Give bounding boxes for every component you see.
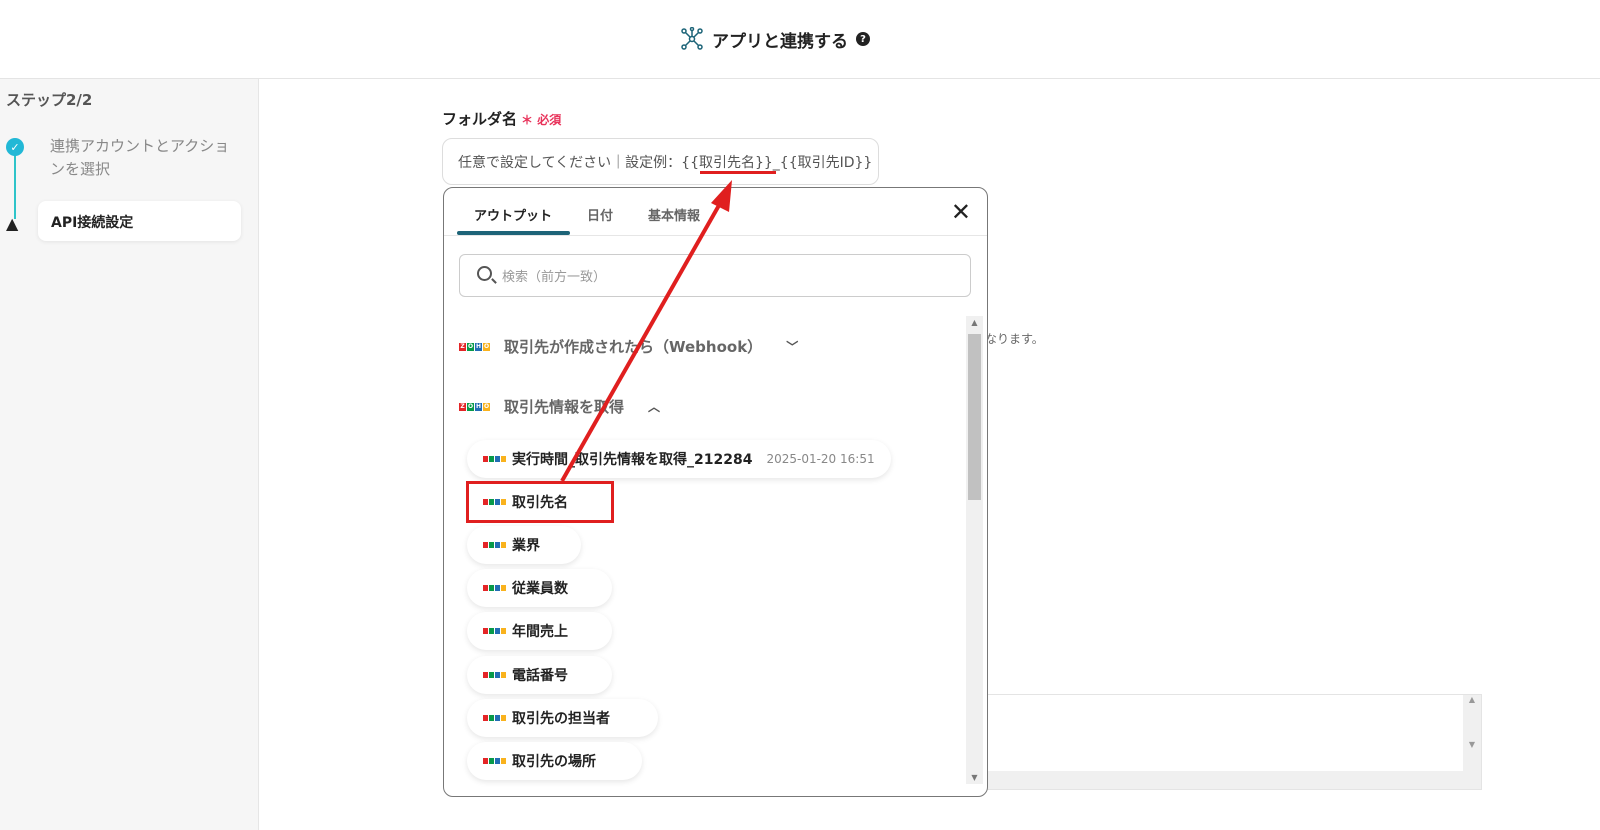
list-scrollbar[interactable]: ▲ ▼ — [966, 316, 983, 784]
header: アプリと連携する ? — [0, 0, 1600, 79]
scroll-up-icon[interactable]: ▲ — [966, 318, 983, 327]
zoho-icon: ZOHO — [459, 342, 490, 351]
list-item[interactable]: 従業員数 — [467, 569, 612, 607]
required-mark: ＊ 必須 — [521, 113, 561, 127]
annotation-underline — [700, 171, 776, 174]
sidebar: ステップ2/2 ✓ 連携アカウントとアクションを選択 ▲ API接続設定 — [0, 79, 259, 830]
item-label: 取引先の担当者 — [512, 711, 610, 727]
vertical-scrollbar[interactable]: ▲ ▼ — [1463, 695, 1481, 773]
check-icon: ✓ — [6, 138, 24, 156]
required-text: 必須 — [537, 113, 562, 127]
zoho-icon — [483, 715, 506, 721]
label-text: フォルダ名 — [442, 110, 518, 128]
item-label: 実行時間_取引先情報を取得_212284 — [512, 452, 753, 468]
step-connector — [14, 149, 16, 219]
tab-date[interactable]: 日付 — [587, 205, 613, 224]
run-time-item[interactable]: 実行時間_取引先情報を取得_212284 2025-01-20 16:51 — [467, 440, 891, 478]
zoho-icon — [483, 456, 506, 462]
folder-name-input[interactable]: 任意で設定してください｜設定例：{{取引先名}}_{{取引先ID}} — [442, 138, 879, 185]
list-item[interactable]: 取引先の担当者 — [467, 699, 658, 737]
list-item[interactable]: 年間売上 — [467, 612, 612, 650]
list-item[interactable]: 業界 — [467, 526, 581, 564]
textarea-field[interactable]: ▲ ▼ — [987, 694, 1482, 790]
annotation-highlight-box — [466, 481, 614, 523]
app-connect-icon — [681, 27, 703, 50]
zoho-icon — [483, 672, 506, 678]
group-webhook[interactable]: Z O H O 取引先が作成されたら（Webhook） ﹀ — [459, 336, 798, 357]
item-label: 年間売上 — [512, 624, 568, 640]
active-tab-indicator — [457, 231, 570, 235]
group-label: 取引先情報を取得 — [504, 398, 625, 416]
tab-basic-info[interactable]: 基本情報 — [648, 205, 700, 224]
help-icon[interactable]: ? — [856, 32, 870, 46]
search-icon — [477, 266, 492, 281]
tab-bar: アウトプット 日付 基本情報 ✕ — [444, 188, 987, 236]
step-select-account[interactable]: 連携アカウントとアクションを選択 — [50, 135, 240, 181]
folder-name-label: フォルダ名＊ 必須 — [442, 108, 561, 129]
zoho-icon — [483, 628, 506, 634]
zoho-icon: ZOHO — [459, 402, 490, 411]
close-icon[interactable]: ✕ — [951, 198, 971, 226]
chevron-down-icon: ﹀ — [786, 340, 799, 354]
list-item[interactable]: 電話番号 — [467, 656, 612, 694]
list-item[interactable]: 取引先の場所 — [467, 742, 642, 780]
field-note: なります。 — [985, 332, 1044, 346]
scroll-down-icon[interactable]: ▼ — [966, 773, 983, 782]
item-label: 従業員数 — [512, 581, 568, 597]
zoho-icon — [483, 585, 506, 591]
scroll-thumb[interactable] — [968, 334, 981, 500]
search-placeholder: 検索（前方一致） — [502, 270, 607, 285]
item-time: 2025-01-20 16:51 — [766, 452, 875, 466]
zoho-icon — [483, 758, 506, 764]
page-title: アプリと連携する — [712, 31, 848, 52]
step-title: ステップ2/2 — [6, 91, 93, 109]
chevron-up-icon: ︿ — [648, 400, 661, 414]
horizontal-scrollbar[interactable] — [988, 771, 1481, 789]
search-input[interactable]: 検索（前方一致） — [459, 254, 971, 297]
item-label: 業界 — [512, 538, 540, 554]
group-get-account[interactable]: Z O H O 取引先情報を取得 ︿ — [459, 396, 660, 417]
warning-icon: ▲ — [6, 214, 19, 233]
item-label: 電話番号 — [512, 668, 568, 684]
zoho-icon — [483, 542, 506, 548]
group-label: 取引先が作成されたら（Webhook） — [504, 338, 763, 356]
item-label: 取引先の場所 — [512, 754, 596, 770]
step-api-settings[interactable]: API接続設定 — [38, 201, 241, 241]
tab-output[interactable]: アウトプット — [474, 205, 552, 224]
asterisk: ＊ — [521, 113, 534, 127]
